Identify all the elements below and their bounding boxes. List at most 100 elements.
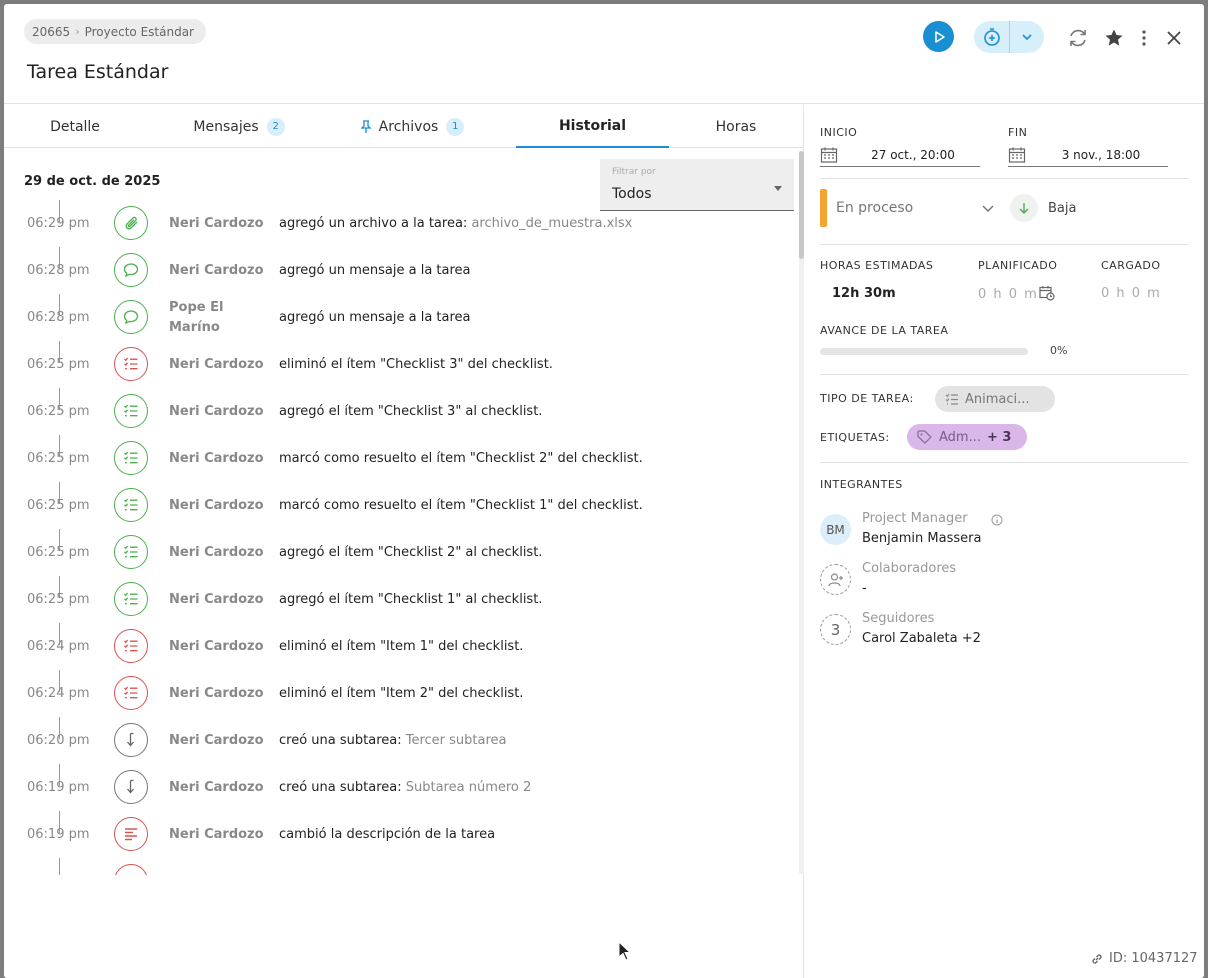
tab-historial[interactable]: Historial (516, 105, 669, 148)
end-label: FIN (1008, 126, 1028, 139)
subtask-arrow-icon (114, 770, 148, 804)
entry-action-text: cambió la descripción de la tarea (279, 827, 496, 842)
more-vertical-icon (1142, 30, 1146, 46)
end-date-value: 3 nov., 18:00 (1061, 147, 1141, 162)
entry-user[interactable]: Neri Cardozo (169, 435, 269, 482)
entry-user[interactable]: Neri Cardozo (169, 200, 269, 247)
project-manager-row[interactable]: BM Project Manager Benjamin Massera (820, 511, 1180, 551)
calendar-icon (1008, 147, 1026, 163)
entry-action: eliminó el ítem "Item 2" del checklist. (279, 670, 523, 717)
end-date-field[interactable]: 3 nov., 18:00 (1008, 143, 1168, 167)
entry-object-link[interactable]: archivo_de_muestra.xlsx (471, 216, 632, 231)
entry-user[interactable]: Neri Cardozo (169, 717, 269, 764)
followers-row[interactable]: 3 Seguidores Carol Zabaleta +2 (820, 611, 1180, 651)
checklist-icon (114, 347, 148, 381)
entry-time: 06:25 pm (27, 451, 90, 466)
entry-user[interactable]: Neri Cardozo (169, 670, 269, 717)
entry-user[interactable]: Pope El Maríno (169, 298, 269, 338)
entry-user[interactable]: Neri Cardozo (169, 623, 269, 670)
entry-action: marcó como resuelto el ítem "Checklist 1… (279, 482, 643, 529)
estimated-minutes-value[interactable]: 30m (864, 286, 896, 301)
tab-archivos[interactable]: Archivos 1 (344, 105, 479, 148)
entry-action: agregó el ítem "Checklist 2" al checklis… (279, 529, 542, 576)
members-label: INTEGRANTES (820, 478, 903, 491)
breadcrumb[interactable]: 20665 › Proyecto Estándar (24, 19, 206, 44)
checklist-icon (114, 488, 148, 522)
tab-bar: Detalle Mensajes 2 Archivos 1 Historial … (4, 105, 804, 148)
tab-label: Archivos (378, 118, 439, 135)
entry-object-link[interactable]: Tercer subtarea (406, 733, 507, 748)
entry-action: eliminó el ítem "Item 1" del checklist. (279, 623, 523, 670)
entry-user[interactable]: Neri Cardozo (169, 764, 269, 811)
priority-select[interactable]: Baja (1010, 193, 1076, 223)
collaborators-row[interactable]: Colaboradores - (820, 561, 1180, 601)
tab-label: Mensajes (193, 118, 259, 135)
estimated-hours-value[interactable]: 12h (832, 286, 859, 301)
entry-user[interactable]: Neri Cardozo (169, 576, 269, 623)
entry-action: agregó el ítem "Checklist 3" al checklis… (279, 388, 542, 435)
breadcrumb-project-name[interactable]: Proyecto Estándar (85, 25, 194, 39)
followers-count: 3 (820, 614, 851, 645)
entry-user[interactable]: Neri Cardozo (169, 341, 269, 388)
entry-user[interactable]: Neri Cardozo (169, 529, 269, 576)
history-entry: 06:20 pm Neri Cardozo creó una subtarea: T… (4, 717, 794, 764)
message-icon (114, 300, 148, 334)
task-id[interactable]: ID: 10437127 (1090, 951, 1198, 966)
loaded-label: CARGADO (1101, 259, 1161, 272)
member-role: Seguidores (862, 611, 935, 626)
chevron-right-icon: › (75, 25, 80, 38)
scrollbar-thumb[interactable] (799, 151, 804, 259)
calendar-clock-icon[interactable] (1039, 285, 1055, 301)
entry-time: 06:25 pm (27, 404, 90, 419)
tab-detalle[interactable]: Detalle (24, 105, 126, 148)
entry-action: eliminó el ítem "Checklist 3" del checkl… (279, 341, 553, 388)
history-timeline: 06:29 pm Neri Cardozo agregó un archivo a … (4, 200, 794, 875)
start-date-field[interactable]: 27 oct., 20:00 (820, 143, 980, 167)
entry-user[interactable]: Neri Cardozo (169, 388, 269, 435)
task-type-chip[interactable]: Animaci... (935, 386, 1055, 412)
task-type-value: Animaci... (965, 391, 1030, 407)
entry-time: 06:25 pm (27, 592, 90, 607)
close-button[interactable] (1162, 26, 1186, 50)
checklist-icon (114, 629, 148, 663)
entry-time: 06:19 pm (27, 780, 90, 795)
play-button[interactable] (923, 21, 954, 52)
add-user-icon (820, 564, 851, 595)
info-icon[interactable] (991, 514, 1003, 526)
divider (820, 244, 1189, 245)
member-name: Carol Zabaleta +2 (862, 631, 981, 646)
caret-down-icon (774, 186, 782, 191)
timer-dropdown-button[interactable] (1010, 21, 1044, 53)
page-title: Tarea Estándar (27, 61, 169, 83)
tab-horas[interactable]: Horas (696, 105, 776, 148)
timer-add-button[interactable] (974, 21, 1010, 53)
tab-label: Horas (715, 118, 757, 135)
entry-user[interactable]: Neri Cardozo (169, 482, 269, 529)
entry-user[interactable]: Neri Cardozo (169, 247, 269, 294)
tag-icon (917, 430, 932, 444)
more-options-button[interactable] (1132, 26, 1156, 50)
tab-label: Historial (558, 117, 627, 134)
tab-mensajes[interactable]: Mensajes 2 (174, 105, 304, 148)
task-id-text: ID: 10437127 (1109, 951, 1198, 966)
entry-user[interactable]: Neri Cardozo (169, 811, 269, 858)
start-date-value: 27 oct., 20:00 (871, 147, 955, 162)
breadcrumb-project-id[interactable]: 20665 (32, 25, 70, 39)
entry-object-link[interactable]: Subtarea número 2 (406, 780, 532, 795)
history-scrollbar[interactable] (799, 151, 804, 874)
status-select[interactable]: En proceso (820, 189, 995, 227)
history-entry: 06:25 pm Neri Cardozo agregó el ítem "Chec… (4, 576, 794, 623)
entry-action-text: marcó como resuelto el ítem "Checklist 1… (279, 498, 643, 513)
favorite-button[interactable] (1102, 26, 1126, 50)
checklist-icon (945, 393, 958, 405)
refresh-button[interactable] (1066, 26, 1090, 50)
member-name: - (862, 581, 867, 596)
priority-value: Baja (1048, 200, 1077, 216)
tags-chip[interactable]: Adm... + 3 (907, 424, 1027, 450)
entry-time: 06:29 pm (27, 216, 90, 231)
close-icon (1167, 31, 1181, 45)
checklist-icon (114, 582, 148, 616)
history-entry: 06:25 pm Neri Cardozo agregó el ítem "Chec… (4, 529, 794, 576)
progress-value: 0% (1050, 344, 1068, 357)
chevron-down-icon (1022, 34, 1032, 41)
